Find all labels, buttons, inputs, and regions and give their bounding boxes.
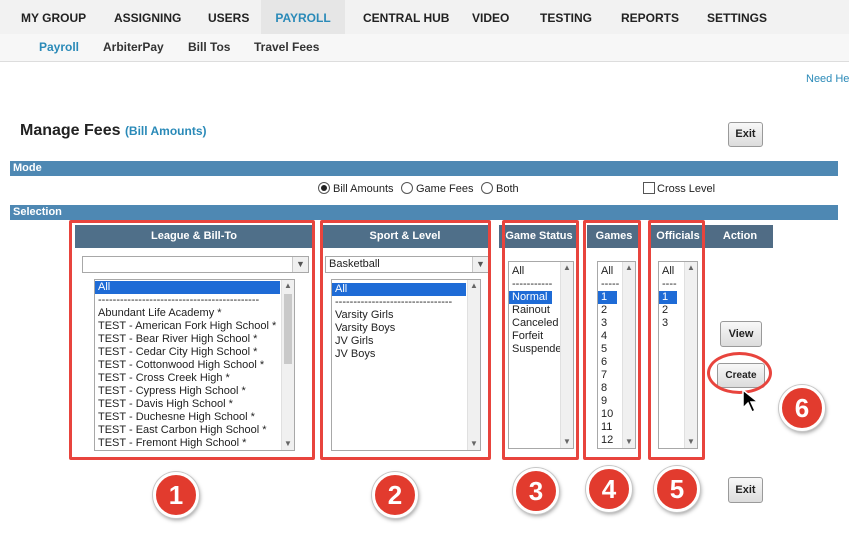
header-officials: Officials [649, 225, 707, 248]
list-item[interactable]: TEST - Cypress High School * [95, 385, 294, 398]
chevron-down-icon[interactable]: ▼ [623, 436, 635, 448]
page-title: Manage Fees (Bill Amounts) [20, 122, 206, 140]
chevron-up-icon[interactable]: ▲ [623, 262, 635, 274]
mode-option-label: Game Fees [416, 183, 474, 195]
mode-option-label: Both [496, 183, 519, 195]
header-action: Action [707, 225, 773, 248]
subnav-payroll[interactable]: Payroll [39, 34, 79, 62]
nav-reports[interactable]: REPORTS [621, 0, 679, 34]
list-item[interactable]: TEST - Bear River High School * [95, 333, 294, 346]
sport-combo[interactable]: Basketball ▼ [325, 256, 489, 273]
scrollbar[interactable]: ▲ ▼ [684, 262, 697, 448]
subnav-arbiterpay[interactable]: ArbiterPay [103, 34, 164, 62]
league-listbox[interactable]: All ------------------------------------… [94, 279, 295, 451]
view-button[interactable]: View [720, 321, 762, 347]
nav-testing[interactable]: TESTING [540, 0, 592, 34]
sport-combo-value: Basketball [329, 258, 380, 270]
chevron-up-icon[interactable]: ▲ [561, 262, 573, 274]
list-item[interactable]: 1 [659, 291, 677, 304]
callout-2: 2 [372, 472, 418, 518]
subnav-bill-tos[interactable]: Bill Tos [188, 34, 230, 62]
nav-video[interactable]: VIDEO [472, 0, 509, 34]
mode-option-bill-amounts[interactable]: Bill Amounts [318, 182, 394, 195]
list-item[interactable]: -------------------------------- [332, 296, 480, 309]
header-league-bill-to: League & Bill-To [75, 225, 313, 248]
sport-listbox[interactable]: All -------------------------------- Var… [331, 279, 481, 451]
chevron-down-icon[interactable]: ▼ [472, 257, 488, 272]
league-combo[interactable]: ▼ [82, 256, 309, 273]
list-item[interactable]: JV Girls [332, 335, 480, 348]
callout-1: 1 [153, 472, 199, 518]
page-title-text: Manage Fees [20, 122, 121, 139]
chevron-up-icon[interactable]: ▲ [685, 262, 697, 274]
list-item[interactable]: TEST - Cottonwood High School * [95, 359, 294, 372]
list-item[interactable]: TEST - Fremont High School * [95, 437, 294, 450]
list-item[interactable]: 1 [598, 291, 617, 304]
chevron-down-icon[interactable]: ▼ [468, 438, 480, 450]
game-status-listbox[interactable]: All ----------- Normal Rainout Canceled … [508, 261, 574, 449]
mode-option-both[interactable]: Both [481, 182, 519, 195]
scrollbar[interactable]: ▲ ▼ [467, 280, 480, 450]
radio-selected-icon[interactable] [318, 182, 330, 194]
callout-3: 3 [513, 468, 559, 514]
list-item[interactable]: TEST - East Carbon High School * [95, 424, 294, 437]
mode-option-label: Bill Amounts [333, 183, 394, 195]
help-link[interactable]: Need Hel [806, 73, 849, 85]
officials-listbox[interactable]: All ---- 1 2 3 ▲ ▼ [658, 261, 698, 449]
callout-4: 4 [586, 466, 632, 512]
nav-assigning[interactable]: ASSIGNING [114, 0, 181, 34]
list-item[interactable]: TEST - American Fork High School * [95, 320, 294, 333]
list-item[interactable]: Varsity Boys [332, 322, 480, 335]
chevron-down-icon[interactable]: ▼ [561, 436, 573, 448]
scrollbar[interactable]: ▲ ▼ [281, 280, 294, 450]
nav-payroll[interactable]: PAYROLL [261, 0, 345, 34]
sub-nav: Payroll ArbiterPay Bill Tos Travel Fees [0, 34, 849, 62]
exit-button-bottom[interactable]: Exit [728, 477, 763, 503]
list-item[interactable]: TEST - Cedar City High School * [95, 346, 294, 359]
list-item[interactable]: JV Boys [332, 348, 480, 361]
scrollbar-thumb[interactable] [284, 294, 292, 364]
cross-level-label: Cross Level [657, 183, 716, 195]
list-item[interactable]: TEST - Cross Creek High * [95, 372, 294, 385]
top-nav: MY GROUP ASSIGNING USERS PAYROLL CENTRAL… [0, 0, 849, 34]
nav-central-hub[interactable]: CENTRAL HUB [363, 0, 449, 34]
scrollbar[interactable]: ▲ ▼ [560, 262, 573, 448]
header-sport-level: Sport & Level [322, 225, 488, 248]
radio-icon[interactable] [401, 182, 413, 194]
checkbox-icon[interactable] [643, 182, 655, 194]
subnav-travel-fees[interactable]: Travel Fees [254, 34, 319, 62]
chevron-down-icon[interactable]: ▼ [685, 436, 697, 448]
nav-my-group[interactable]: MY GROUP [21, 0, 86, 34]
radio-icon[interactable] [481, 182, 493, 194]
games-listbox[interactable]: All ----- 1 2 3 4 5 6 7 8 9 10 11 12 ▲ ▼ [597, 261, 636, 449]
header-game-status: Game Status [499, 225, 579, 248]
chevron-down-icon[interactable]: ▼ [292, 257, 308, 272]
page-subtitle: (Bill Amounts) [124, 124, 207, 138]
list-item[interactable]: All [95, 281, 280, 294]
header-games: Games [587, 225, 641, 248]
mouse-cursor-icon [742, 388, 761, 414]
mode-option-game-fees[interactable]: Game Fees [401, 182, 473, 195]
list-item[interactable]: Normal [509, 291, 552, 304]
chevron-up-icon[interactable]: ▲ [468, 280, 480, 292]
scrollbar[interactable]: ▲ ▼ [622, 262, 635, 448]
list-item[interactable]: Abundant Life Academy * [95, 307, 294, 320]
callout-6: 6 [779, 385, 825, 431]
selection-bar: Selection [10, 205, 838, 220]
nav-settings[interactable]: SETTINGS [707, 0, 767, 34]
list-item[interactable]: All [332, 283, 466, 296]
mode-bar: Mode [10, 161, 838, 176]
list-item[interactable]: ----------------------------------------… [95, 294, 294, 307]
list-item[interactable]: TEST - Duchesne High School * [95, 411, 294, 424]
nav-users[interactable]: USERS [208, 0, 249, 34]
list-item[interactable]: Varsity Girls [332, 309, 480, 322]
cross-level-checkbox[interactable]: Cross Level [643, 182, 715, 195]
chevron-down-icon[interactable]: ▼ [282, 438, 294, 450]
exit-button-top[interactable]: Exit [728, 122, 763, 147]
list-item[interactable]: TEST - Davis High School * [95, 398, 294, 411]
chevron-up-icon[interactable]: ▲ [282, 280, 294, 292]
callout-5: 5 [654, 466, 700, 512]
